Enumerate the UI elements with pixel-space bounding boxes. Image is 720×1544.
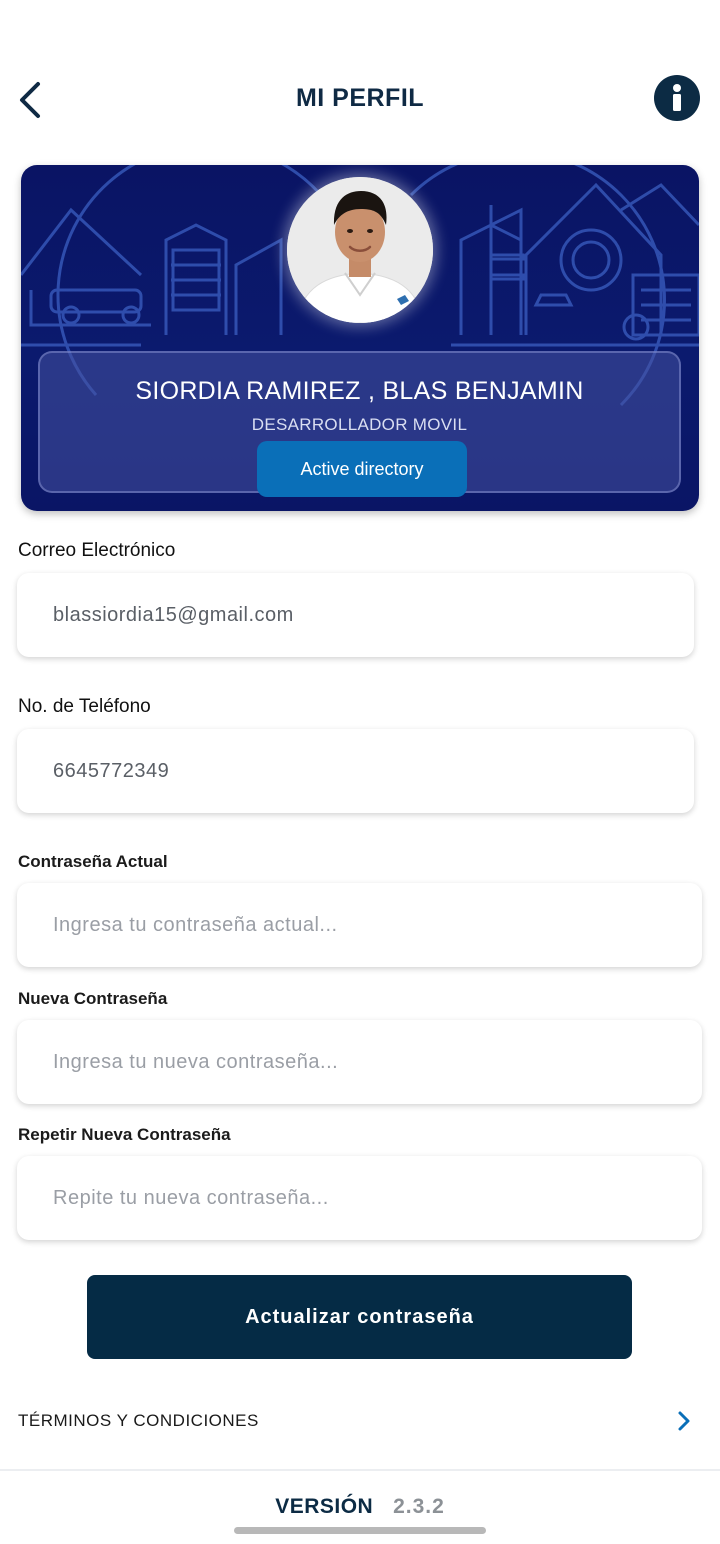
- user-photo: [287, 177, 433, 323]
- repeat-password-label: Repetir Nueva Contraseña: [18, 1125, 231, 1144]
- current-password-container: [17, 883, 702, 967]
- user-role: DESARROLLADOR MOVIL: [251, 415, 468, 434]
- chevron-right-icon: [678, 1411, 690, 1431]
- user-name: SIORDIA RAMIREZ , BLAS BENJAMIN: [135, 377, 584, 405]
- current-password-label: Contraseña Actual: [18, 852, 168, 871]
- new-password-input[interactable]: [17, 1020, 702, 1104]
- avatar: [287, 177, 433, 323]
- phone-label: No. de Teléfono: [18, 696, 151, 717]
- app-header: MI PERFIL: [0, 60, 720, 140]
- new-password-container: [17, 1020, 702, 1104]
- phone-field[interactable]: [17, 729, 694, 813]
- update-password-button[interactable]: Actualizar contraseña: [87, 1275, 632, 1359]
- profile-screen: MI PERFIL SIORDIA RAMIREZ , BLAS BENJAMI…: [0, 0, 720, 1544]
- email-label: Correo Electrónico: [18, 540, 176, 561]
- page-title: MI PERFIL: [295, 84, 425, 112]
- repeat-password-input[interactable]: [17, 1156, 702, 1240]
- email-field-container: [17, 573, 694, 657]
- repeat-password-container: [17, 1156, 702, 1240]
- profile-info-panel: SIORDIA RAMIREZ , BLAS BENJAMIN DESARROL…: [38, 351, 681, 497]
- app-version: VERSIÓN 2.3.2: [0, 1495, 720, 1519]
- phone-field-container: [17, 729, 694, 813]
- current-password-input[interactable]: [17, 883, 702, 967]
- info-icon: [673, 84, 681, 111]
- home-indicator[interactable]: [234, 1527, 486, 1534]
- info-button[interactable]: [654, 75, 700, 121]
- new-password-label: Nueva Contraseña: [18, 989, 168, 1008]
- profile-card: SIORDIA RAMIREZ , BLAS BENJAMIN DESARROL…: [21, 165, 699, 511]
- email-field[interactable]: [17, 573, 694, 657]
- terms-label: TÉRMINOS Y CONDICIONES: [18, 1411, 259, 1430]
- version-label: VERSIÓN: [275, 1495, 374, 1518]
- version-number: 2.3.2: [393, 1495, 445, 1518]
- footer-divider: [0, 1469, 720, 1471]
- terms-link[interactable]: TÉRMINOS Y CONDICIONES: [0, 1395, 720, 1445]
- active-directory-button[interactable]: Active directory: [257, 441, 467, 497]
